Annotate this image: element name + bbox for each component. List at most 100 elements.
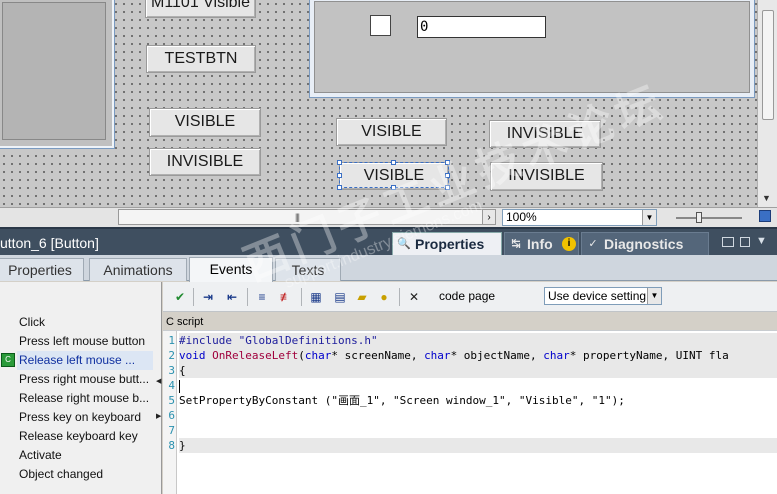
tab-info-label: Info: [527, 236, 553, 252]
code-line-7[interactable]: [179, 423, 777, 438]
selection-handle[interactable]: [391, 185, 396, 190]
scroll-grip-icon[interactable]: |||: [295, 212, 300, 222]
visible-button-left[interactable]: VISIBLE: [149, 108, 261, 137]
chevron-down-icon[interactable]: ▼: [642, 210, 656, 225]
event-item-press-left[interactable]: Press left mouse button: [19, 332, 155, 351]
code-page-label: code page: [439, 289, 496, 303]
code-editor[interactable]: 1 2 3 4 5 6 7 8 #include "GlobalDefiniti…: [163, 330, 777, 494]
line-number: 1: [168, 334, 175, 347]
invisible-button-right-top[interactable]: INVISIBLE: [489, 120, 601, 148]
code-line-8[interactable]: }: [179, 438, 777, 453]
event-item-object-changed[interactable]: Object changed: [19, 465, 155, 484]
vertical-scrollbar[interactable]: ▼: [757, 0, 777, 207]
line-number: 5: [168, 394, 175, 407]
event-item-activate[interactable]: Activate: [19, 446, 155, 465]
event-item-release-left[interactable]: Release left mouse ...: [17, 351, 153, 370]
info-icon: ↹: [511, 238, 521, 250]
event-item-press-key[interactable]: Press key on keyboard: [19, 408, 155, 427]
code-page-value: Use device setting: [548, 289, 647, 303]
toolbar-separator: [193, 288, 194, 306]
tab-properties-label: Properties: [415, 236, 485, 252]
code-text: {: [179, 364, 186, 377]
inspector-subtabs: Properties Animations Events Texts: [0, 255, 777, 282]
event-item-click[interactable]: Click: [19, 313, 155, 332]
diagnostics-icon: ✓: [588, 238, 598, 250]
function-list-icon[interactable]: ●: [375, 288, 393, 306]
io-field[interactable]: 0: [417, 16, 546, 38]
selection-handle[interactable]: [337, 160, 342, 165]
line-number-gutter: 1 2 3 4 5 6 7 8: [163, 331, 177, 494]
insert-icon[interactable]: ▤: [331, 288, 349, 306]
invisible-button-right-bottom[interactable]: INVISIBLE: [490, 162, 603, 191]
scroll-down-arrow-icon[interactable]: ▼: [762, 193, 771, 203]
horizontal-scrollbar[interactable]: |||: [118, 209, 494, 225]
checkbox[interactable]: [370, 15, 391, 36]
subtab-texts[interactable]: Texts: [275, 258, 341, 281]
code-line-4[interactable]: [179, 378, 777, 393]
zoom-select[interactable]: 100% ▼: [502, 209, 657, 226]
code-text: * propertyName, UINT fla: [569, 349, 729, 362]
visible-button-mid-top[interactable]: VISIBLE: [336, 118, 447, 146]
vertical-scroll-thumb[interactable]: [762, 10, 774, 120]
code-keyword: char: [304, 349, 332, 362]
line-number: 3: [168, 364, 175, 377]
selection-handle[interactable]: [445, 160, 450, 165]
code-line-6[interactable]: [179, 408, 777, 423]
subtab-events[interactable]: Events: [189, 257, 273, 282]
code-line-2[interactable]: void OnReleaseLeft(char* screenName, cha…: [179, 348, 777, 363]
canvas-status-bar: ||| › 100% ▼: [0, 207, 777, 227]
code-keyword: void: [179, 349, 206, 362]
selection-handle[interactable]: [391, 160, 396, 165]
event-item-release-key[interactable]: Release keyboard key: [19, 427, 155, 446]
screen-window-left-inner: [2, 2, 106, 140]
subtab-properties[interactable]: Properties: [0, 258, 84, 281]
code-text: * screenName,: [331, 349, 425, 362]
comment-icon[interactable]: ≡: [253, 288, 271, 306]
screen-window-left[interactable]: [0, 0, 115, 149]
selection-handle[interactable]: [337, 185, 342, 190]
text-caret: [179, 379, 180, 393]
zoom-fit-icon[interactable]: [759, 210, 771, 222]
event-item-release-right[interactable]: Release right mouse b...: [19, 389, 155, 408]
compile-icon[interactable]: ✔: [171, 288, 189, 306]
maximize-window-icon[interactable]: [740, 237, 750, 247]
restore-window-icon[interactable]: [722, 237, 734, 247]
zoom-slider-knob[interactable]: [696, 212, 702, 223]
screen-canvas[interactable]: M1101 Visible 0 TESTBTN VISIBLE INVISIBL…: [0, 0, 757, 207]
code-page-select[interactable]: Use device setting ▼: [544, 287, 662, 305]
info-badge-icon: i: [562, 237, 576, 251]
scroll-right-arrow-icon[interactable]: ›: [482, 209, 496, 225]
bookmark-icon[interactable]: ▰: [353, 288, 371, 306]
selection-handle[interactable]: [445, 185, 450, 190]
subtab-animations[interactable]: Animations: [89, 258, 187, 281]
zoom-value: 100%: [506, 210, 537, 224]
code-line-3[interactable]: {: [179, 363, 777, 378]
invisible-button-left[interactable]: INVISIBLE: [149, 148, 261, 176]
uncomment-icon[interactable]: ≢: [277, 288, 295, 306]
zoom-slider[interactable]: [676, 212, 742, 223]
line-number: 2: [168, 349, 175, 362]
toolbar-separator: [399, 288, 400, 306]
tab-diagnostics[interactable]: ✓ Diagnostics: [581, 232, 709, 256]
code-function: SetPropertyByConstant: [179, 394, 319, 407]
chevron-down-icon[interactable]: ▼: [647, 288, 661, 304]
toolbar-separator: [247, 288, 248, 306]
selection-handle[interactable]: [445, 173, 450, 178]
close-icon[interactable]: ✕: [405, 288, 423, 306]
code-line-1[interactable]: #include "GlobalDefinitions.h": [179, 333, 777, 348]
selection-handle[interactable]: [337, 173, 342, 178]
script-event-icon: C: [1, 353, 15, 367]
grid-icon[interactable]: ▦: [307, 288, 325, 306]
tab-properties[interactable]: 🔍 Properties: [392, 232, 502, 256]
indent-icon[interactable]: ⇥: [199, 288, 217, 306]
line-number: 6: [168, 409, 175, 422]
testbtn-button[interactable]: TESTBTN: [146, 45, 256, 73]
tab-diagnostics-label: Diagnostics: [604, 236, 684, 252]
panel-menu-icon[interactable]: ▼: [756, 235, 767, 247]
script-toolbar: ✔ ⇥ ⇤ ≡ ≢ ▦ ▤ ▰ ● ✕ code page Use device…: [163, 282, 777, 312]
code-line-5[interactable]: SetPropertyByConstant ("画面_1", "Screen w…: [179, 393, 777, 408]
line-number: 8: [168, 439, 175, 452]
visible-label-button[interactable]: M1101 Visible: [145, 0, 256, 18]
event-item-press-right[interactable]: Press right mouse butt...: [19, 370, 155, 389]
outdent-icon[interactable]: ⇤: [223, 288, 241, 306]
